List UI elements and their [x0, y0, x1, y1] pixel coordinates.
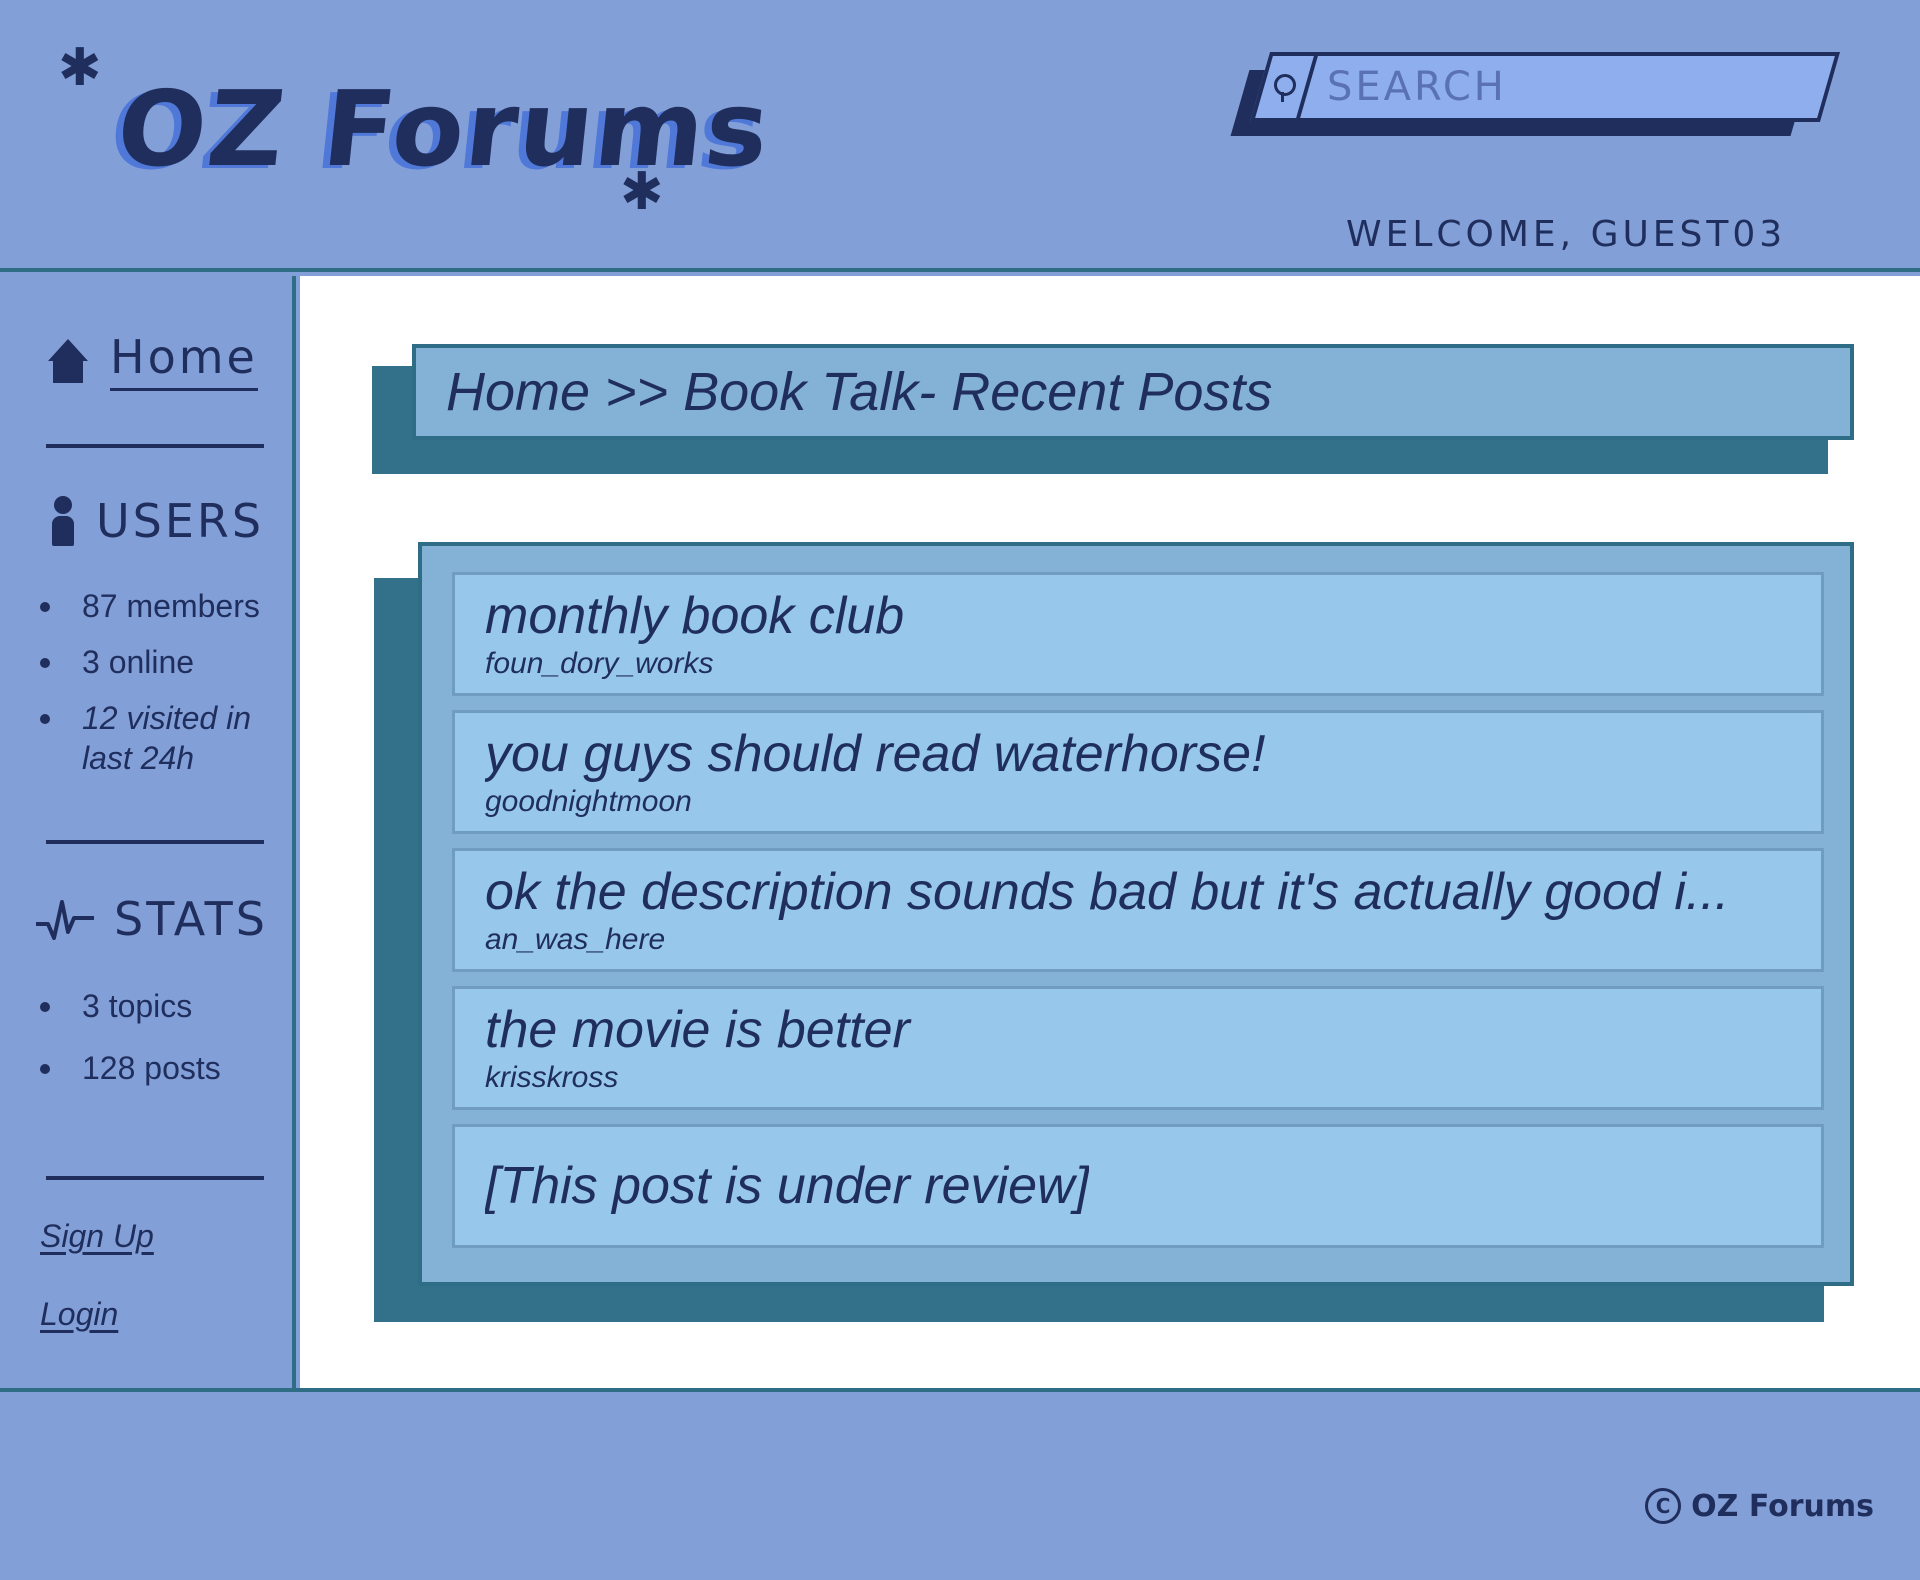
- search-icon: [1272, 74, 1298, 100]
- post-title: ok the description sounds bad but it's a…: [485, 863, 1730, 921]
- site-logo[interactable]: OZ Forums: [112, 68, 777, 190]
- post-item-under-review[interactable]: [This post is under review]: [452, 1124, 1824, 1248]
- sidebar-divider: [46, 444, 264, 448]
- post-title: [This post is under review]: [485, 1157, 1090, 1215]
- users-label: USERS: [96, 494, 265, 548]
- search-input[interactable]: [1309, 56, 1826, 118]
- breadcrumb: Home >> Book Talk- Recent Posts: [412, 344, 1854, 440]
- star-icon: ✱: [620, 163, 664, 221]
- sidebar-item-label: Home: [110, 330, 258, 391]
- pulse-icon: [36, 900, 94, 940]
- stats-label: STATS: [114, 892, 268, 946]
- site-header: ✱ OZ Forums ✱ WELCOME, GUEST03: [0, 0, 1920, 272]
- login-link[interactable]: Login: [40, 1296, 118, 1333]
- list-item: 128 posts: [40, 1048, 221, 1088]
- list-item: 12 visited in last 24h: [40, 698, 270, 778]
- sidebar-divider: [46, 1176, 264, 1180]
- sign-up-link[interactable]: Sign Up: [40, 1218, 154, 1255]
- forum-stats-list: 3 topics 128 posts: [40, 986, 221, 1088]
- copyright-text: OZ Forums: [1691, 1488, 1874, 1524]
- post-author: an_was_here: [485, 923, 666, 956]
- users-stats-list: 87 members 3 online 12 visited in last 2…: [40, 586, 270, 778]
- breadcrumb-text[interactable]: Home >> Book Talk- Recent Posts: [446, 361, 1272, 423]
- home-icon: [48, 338, 88, 383]
- site-footer: C OZ Forums: [0, 1388, 1920, 1580]
- stats-section-heading: STATS: [36, 892, 268, 946]
- users-section-heading: USERS: [36, 494, 264, 548]
- posts-list: monthly book club foun_dory_works you gu…: [418, 542, 1854, 1286]
- search-box[interactable]: [1249, 52, 1841, 122]
- post-item[interactable]: you guys should read waterhorse! goodnig…: [452, 710, 1824, 834]
- sidebar-divider: [46, 840, 264, 844]
- list-item: 3 topics: [40, 986, 221, 1026]
- sidebar-item-home[interactable]: Home: [48, 330, 258, 391]
- list-item: 3 online: [40, 642, 270, 682]
- user-icon: [50, 496, 76, 546]
- copyright-notice: C OZ Forums: [1645, 1488, 1874, 1524]
- star-icon: ✱: [58, 39, 102, 97]
- post-title: monthly book club: [485, 587, 905, 645]
- post-author: foun_dory_works: [485, 647, 714, 680]
- post-author: goodnightmoon: [485, 785, 692, 818]
- sidebar: Home USERS 87 members 3 online 12 visite…: [0, 276, 296, 1388]
- post-item[interactable]: ok the description sounds bad but it's a…: [452, 848, 1824, 972]
- list-item: 87 members: [40, 586, 270, 626]
- post-item[interactable]: the movie is better krisskross: [452, 986, 1824, 1110]
- main-content: Home >> Book Talk- Recent Posts monthly …: [300, 276, 1920, 1388]
- post-author: krisskross: [485, 1061, 619, 1094]
- copyright-icon: C: [1645, 1488, 1682, 1524]
- post-title: the movie is better: [485, 1001, 910, 1059]
- post-item[interactable]: monthly book club foun_dory_works: [452, 572, 1824, 696]
- post-title: you guys should read waterhorse!: [485, 725, 1266, 783]
- search-bar: [1230, 52, 1841, 144]
- welcome-message: WELCOME, GUEST03: [1346, 214, 1787, 255]
